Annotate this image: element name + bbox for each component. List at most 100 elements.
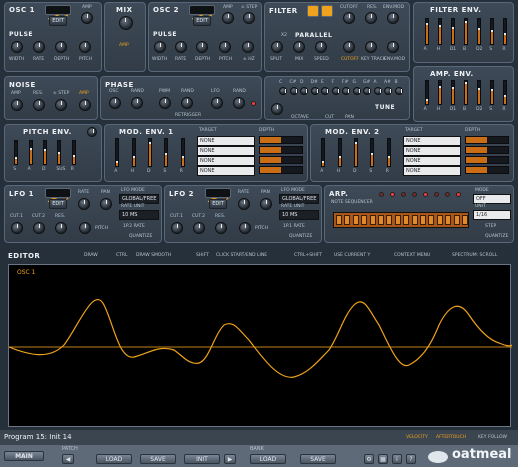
note-key-e[interactable]: E — [321, 80, 324, 85]
arp-step-led[interactable] — [390, 192, 395, 197]
phase-rand1-knob[interactable] — [131, 97, 143, 109]
pitch-env-depth-knob[interactable] — [87, 127, 97, 137]
amp-env-slider-d2[interactable] — [477, 80, 482, 105]
lfo1-rate-knob[interactable] — [78, 198, 90, 210]
filter-env-slider-r[interactable] — [503, 18, 508, 45]
arp-quantize-label[interactable]: QUANTIZE — [485, 234, 508, 239]
patch-prev-button[interactable]: ◀ — [62, 454, 74, 464]
mod-env2-depth-bar[interactable] — [465, 136, 509, 144]
amp-env-slider-a[interactable] — [424, 80, 429, 105]
filter-cutoff2-knob[interactable] — [343, 41, 355, 53]
lfo2-cut1-knob[interactable] — [171, 222, 183, 234]
filter-speed-knob[interactable] — [315, 41, 327, 53]
arp-step-cell[interactable] — [453, 215, 460, 225]
lfo1-rate-toggle[interactable]: 1P.2 RATE — [123, 224, 145, 229]
note-key-knob[interactable] — [321, 87, 329, 95]
osc2-width-knob[interactable] — [154, 41, 166, 53]
arp-step-cell[interactable] — [420, 215, 426, 225]
filter-parallel-label[interactable]: PARALLEL — [295, 32, 332, 39]
noise-res-knob[interactable] — [33, 99, 45, 111]
help-icon[interactable]: ? — [406, 454, 416, 464]
note-key-knob[interactable] — [279, 87, 287, 95]
arp-step-cell[interactable] — [428, 215, 435, 225]
lfo1-mode-select[interactable]: GLOBAL/FREE — [119, 194, 159, 204]
note-key-c#[interactable]: C# — [290, 80, 297, 85]
osc2-edit-button[interactable]: EDIT — [193, 16, 211, 26]
mod-env2-slider-r[interactable] — [386, 138, 391, 167]
lfo2-quantize-label[interactable]: QUANTIZE — [289, 234, 312, 239]
note-key-a[interactable]: A — [374, 80, 377, 85]
mod-env1-slider-s[interactable] — [164, 138, 169, 167]
mod-env2-target-select[interactable]: NONE — [403, 136, 461, 146]
note-key-knob[interactable] — [394, 87, 403, 95]
arp-step-led[interactable] — [423, 192, 428, 197]
noise-amp2-knob[interactable] — [79, 99, 91, 111]
pitch-env-slider-d[interactable] — [43, 140, 47, 165]
osc1-amp-knob[interactable] — [81, 12, 93, 24]
osc2-step-knob[interactable] — [243, 12, 255, 24]
amp-env-slider-b[interactable] — [464, 80, 468, 105]
arp-step-led[interactable] — [445, 192, 450, 197]
note-key-f[interactable]: F — [332, 80, 335, 85]
patch-init-button[interactable]: INIT — [184, 454, 220, 464]
filter-env2-knob[interactable] — [387, 41, 399, 53]
filter-res-knob[interactable] — [365, 12, 377, 24]
arp-step-cell[interactable] — [352, 215, 359, 225]
filter-env-slider-a[interactable] — [424, 18, 429, 45]
lfo2-res-knob[interactable] — [215, 222, 227, 234]
note-key-d[interactable]: D — [300, 80, 303, 85]
filter-env-slider-d1[interactable] — [450, 18, 455, 45]
osc2-rate-knob[interactable] — [175, 41, 187, 53]
arp-step-cell[interactable] — [462, 215, 468, 225]
arp-step-cell[interactable] — [336, 215, 342, 225]
note-key-a#[interactable]: A# — [384, 80, 391, 85]
mod-env1-depth-bar[interactable] — [259, 166, 303, 174]
filter-env-slider-b[interactable] — [464, 18, 468, 45]
pitch-env-slider-sus[interactable] — [57, 140, 62, 165]
arp-step-cell[interactable] — [369, 215, 376, 225]
aftertouch-label[interactable]: AFTERTOUCH — [436, 435, 466, 440]
note-key-knob[interactable] — [300, 87, 308, 95]
osc2-depth-knob[interactable] — [196, 41, 208, 53]
note-key-knob[interactable] — [289, 87, 298, 95]
bank-load-button[interactable]: LOAD — [250, 454, 286, 464]
arp-step-label[interactable]: STEP — [485, 224, 496, 229]
osc1-depth-knob[interactable] — [55, 41, 67, 53]
phase-rand2-knob[interactable] — [181, 97, 193, 109]
amp-env-slider-h[interactable] — [437, 80, 442, 105]
filter-env-slider-h[interactable] — [437, 18, 442, 45]
mod-env1-slider-d[interactable] — [148, 138, 152, 167]
mod-env1-target-select[interactable]: NONE — [197, 146, 255, 156]
phase-led[interactable] — [251, 101, 256, 106]
patch-save-button[interactable]: SAVE — [140, 454, 176, 464]
bank-save-button[interactable]: SAVE — [300, 454, 336, 464]
keyfollow-label[interactable]: KEY FOLLOW — [478, 435, 507, 440]
note-key-knob[interactable] — [384, 87, 392, 95]
mod-env2-target-select[interactable]: NONE — [403, 166, 461, 176]
lfo1-wave-display[interactable] — [45, 188, 71, 203]
lfo1-quantize-label[interactable]: QUANTIZE — [129, 234, 152, 239]
osc2-amp-knob[interactable] — [222, 12, 234, 24]
lfo2-mode-select[interactable]: GLOBAL/FREE — [279, 194, 319, 204]
mix-knob[interactable] — [119, 16, 133, 30]
filter-env-knob[interactable] — [387, 12, 399, 24]
note-key-knob[interactable] — [310, 87, 319, 95]
lfo1-cut2-knob[interactable] — [33, 222, 45, 234]
filter-lp-display[interactable] — [307, 5, 319, 17]
note-key-knob[interactable] — [342, 87, 350, 95]
mod-env2-slider-h[interactable] — [337, 138, 342, 167]
osc2-hz-knob[interactable] — [242, 41, 254, 53]
filter-env-slider-s[interactable] — [490, 18, 495, 45]
arp-unit-select[interactable]: 1/16 — [473, 210, 511, 220]
lfo2-rate-toggle[interactable]: 1P.1 RATE — [283, 224, 305, 229]
amp-env-slider-s[interactable] — [490, 80, 495, 105]
filter-env-slider-d2[interactable] — [477, 18, 482, 45]
note-key-c[interactable]: C — [279, 80, 282, 85]
lfo1-unit-select[interactable]: 10 MS — [119, 210, 159, 220]
arp-step-cell[interactable] — [361, 215, 368, 225]
filter-cutoff-knob[interactable] — [343, 12, 355, 24]
arp-step-cell[interactable] — [378, 215, 384, 225]
pitch-env-slider-a[interactable] — [28, 140, 33, 165]
note-key-knob[interactable] — [352, 87, 361, 95]
mod-env2-target-select[interactable]: NONE — [403, 156, 461, 166]
